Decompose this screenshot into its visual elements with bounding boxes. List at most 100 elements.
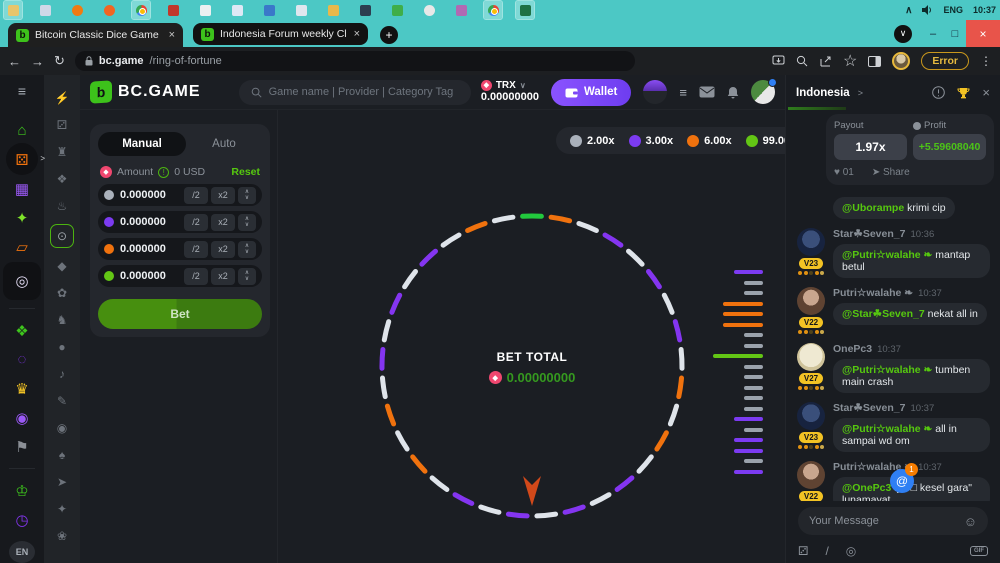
sidebar-menu-icon[interactable]: ≡ <box>18 83 26 99</box>
sidebar-game-item[interactable]: ✦ <box>50 500 74 518</box>
chat-toggle-avatar[interactable] <box>751 80 775 104</box>
browser-tab-2[interactable]: b Indonesia Forum weekly Challeng × <box>193 23 368 45</box>
gif-icon[interactable]: GIF <box>970 546 988 556</box>
tab-close-icon[interactable]: × <box>354 28 360 40</box>
balance-selector[interactable]: ◆ TRX ∨ 0.00000000 <box>481 80 539 103</box>
tab-close-icon[interactable]: × <box>169 29 175 41</box>
firefox-icon[interactable] <box>100 1 118 19</box>
zoom-icon[interactable] <box>796 55 808 67</box>
sidebar-game-item[interactable]: ✿ <box>50 284 74 302</box>
language-button[interactable]: EN <box>9 541 35 563</box>
sidebar-item-recent[interactable]: ◷ <box>3 506 41 533</box>
sidebar-game-item[interactable]: ♠ <box>50 446 74 464</box>
mentions-button[interactable]: @ 1 <box>890 469 914 493</box>
half-button[interactable]: /2 <box>184 241 208 258</box>
bookmark-star-icon[interactable]: ☆ <box>843 51 857 71</box>
half-button[interactable]: /2 <box>184 268 208 285</box>
mention-link[interactable]: @Putri☆walahe ❧ <box>842 423 932 435</box>
game-search-input[interactable]: Game name | Provider | Category Tag <box>239 80 471 105</box>
file-explorer-icon[interactable] <box>4 1 22 19</box>
sidebar-game-item[interactable]: ✎ <box>50 392 74 410</box>
search-app-icon[interactable] <box>292 1 310 19</box>
wallet-button[interactable]: Wallet <box>551 79 631 106</box>
chat-bubble[interactable]: @Uborampe krimi cip <box>833 197 955 219</box>
double-button[interactable]: x2 <box>211 241 235 258</box>
sidebar-item-cards[interactable]: ▱ <box>3 233 41 260</box>
sidebar-item-slots[interactable]: ▦ <box>3 175 41 202</box>
sidebar-item-sports[interactable]: ◉ <box>3 404 41 431</box>
amount-stepper[interactable]: ∧∨ <box>238 241 256 258</box>
sidebar-game-item[interactable]: ⚂ <box>50 116 74 134</box>
notifications-bell-icon[interactable] <box>727 86 739 99</box>
tab-auto[interactable]: Auto <box>186 138 262 150</box>
chat-rules-icon[interactable] <box>932 86 945 99</box>
flower-app-icon[interactable] <box>420 1 438 19</box>
chat-close-icon[interactable]: × <box>982 85 990 100</box>
amount-stepper[interactable]: ∧∨ <box>238 268 256 285</box>
close-window-button[interactable]: × <box>966 20 1000 47</box>
username[interactable]: Star☘Seven_7 <box>833 402 905 414</box>
sidebar-game-item[interactable]: ♪ <box>50 365 74 383</box>
chrome2-icon[interactable] <box>484 1 502 19</box>
address-bar[interactable]: bc.game/ring-of-fortune <box>75 51 635 71</box>
coin-drop-icon[interactable]: ◎ <box>846 544 856 558</box>
chrome-icon[interactable] <box>132 1 150 19</box>
sidebar-item-ring-of-fortune[interactable]: ◎ <box>3 262 41 300</box>
sidebar-game-item[interactable]: ♜ <box>50 143 74 161</box>
share-button[interactable]: ➤ Share <box>872 167 910 178</box>
mention-link[interactable]: @Putri☆walahe ❧ <box>842 249 932 261</box>
mention-link[interactable]: @Uborampe <box>842 202 904 214</box>
sidebar-game-item[interactable]: ♨ <box>50 197 74 215</box>
media-player-icon[interactable] <box>68 1 86 19</box>
language-indicator[interactable]: ENG <box>943 5 963 15</box>
new-tab-button[interactable]: + <box>380 26 398 44</box>
media-player2-icon[interactable] <box>452 1 470 19</box>
profile-avatar[interactable] <box>892 52 910 70</box>
sidebar-game-item[interactable]: ⚡ <box>50 89 74 107</box>
notes-app-icon[interactable] <box>196 1 214 19</box>
mention-link[interactable]: @OnePc3 <box>842 482 891 494</box>
sidebar-game-item[interactable]: ❖ <box>50 170 74 188</box>
avatar[interactable] <box>797 461 825 489</box>
sidebar-item-bonus[interactable]: ❖ <box>3 317 41 344</box>
bet-button[interactable]: Bet <box>98 299 262 329</box>
sidebar-item-roulette[interactable]: ◌ <box>3 346 41 373</box>
speaker-icon[interactable] <box>922 5 933 15</box>
mention-link[interactable]: @Putri☆walahe ❧ <box>842 364 932 376</box>
error-button[interactable]: Error <box>921 52 969 70</box>
app-icon[interactable] <box>228 1 246 19</box>
chat-bubble[interactable]: @Putri☆walahe ❧ mantap betul <box>833 244 990 278</box>
mention-link[interactable]: @Star☘Seven_7 <box>842 308 925 320</box>
book-app-icon[interactable] <box>164 1 182 19</box>
browser-tab-1[interactable]: b Bitcoin Classic Dice Game - Play | × <box>8 23 183 47</box>
sidebar-game-item[interactable]: ❀ <box>50 527 74 545</box>
sidebar-item-home[interactable]: ⌂ <box>3 117 41 144</box>
username[interactable]: Putri☆walahe ❧ <box>833 287 913 299</box>
bcgame-logo[interactable]: b BC.GAME <box>90 81 201 103</box>
folder-icon[interactable] <box>324 1 342 19</box>
half-button[interactable]: /2 <box>184 214 208 231</box>
user-menu-icon[interactable]: ≡ <box>679 85 687 100</box>
minimize-button[interactable]: – <box>922 28 944 40</box>
avatar[interactable] <box>797 287 825 315</box>
slash-command-icon[interactable]: / <box>825 544 828 558</box>
sidebar-item-dice[interactable]: >⚄ <box>3 146 41 173</box>
username[interactable]: Star☘Seven_7 <box>833 228 905 240</box>
amount-stepper[interactable]: ∧∨ <box>238 187 256 204</box>
sidebar-item-crown[interactable]: ♛ <box>3 375 41 402</box>
chat-bubble[interactable]: @Putri☆walahe ❧ all in sampai wd om <box>833 418 990 452</box>
reload-button[interactable]: ↻ <box>54 53 65 69</box>
sidebar-item-crash[interactable]: ✦ <box>3 204 41 231</box>
half-button[interactable]: /2 <box>184 187 208 204</box>
photos-app-icon[interactable] <box>36 1 54 19</box>
excel-icon[interactable] <box>516 1 534 19</box>
sidebar-game-item[interactable]: ➤ <box>50 473 74 491</box>
clock[interactable]: 10:37 <box>973 5 996 15</box>
user-avatar[interactable] <box>643 80 667 104</box>
chat-bubble[interactable]: @Putri☆walahe ❧ tumben main crash <box>833 359 990 393</box>
install-icon[interactable] <box>772 55 785 67</box>
like-button[interactable]: ♥ 01 <box>834 167 854 178</box>
chat-bubble[interactable]: @Star☘Seven_7 nekat all in <box>833 303 987 325</box>
sidebar-game-item[interactable]: ◉ <box>50 419 74 437</box>
amount-stepper[interactable]: ∧∨ <box>238 214 256 231</box>
